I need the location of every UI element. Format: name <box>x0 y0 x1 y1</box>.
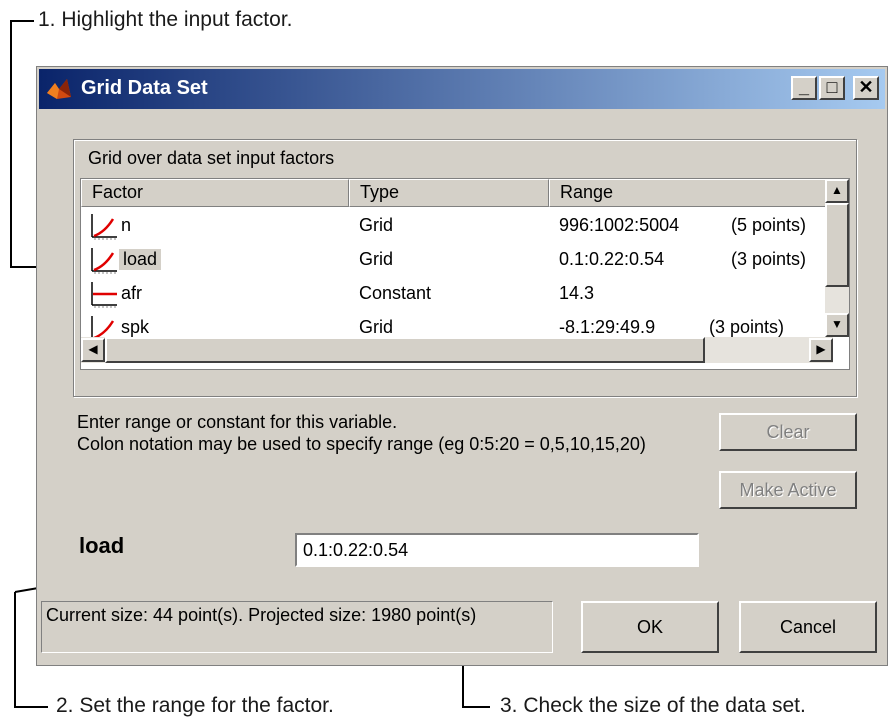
factor-name: n <box>121 215 132 235</box>
help-text: Enter range or constant for this variabl… <box>77 411 697 455</box>
scroll-left-button[interactable]: ◀ <box>81 338 105 362</box>
constant-line-icon <box>91 282 117 308</box>
factor-name: spk <box>121 317 150 337</box>
factor-type: Grid <box>359 215 394 235</box>
factor-type: Constant <box>359 283 432 303</box>
make-active-button[interactable]: Make Active <box>719 471 857 509</box>
input-factors-group: Grid over data set input factors Factor … <box>73 139 857 397</box>
list-item[interactable]: afr Constant 14.3 <box>81 277 833 311</box>
factor-range: 996:1002:5004 <box>559 215 680 235</box>
factor-type: Grid <box>359 249 394 269</box>
help-line-1: Enter range or constant for this variabl… <box>77 412 398 432</box>
column-type[interactable]: Type <box>349 179 549 207</box>
range-input[interactable] <box>295 533 699 567</box>
callout-step2: 2. Set the range for the factor. <box>56 694 334 717</box>
horizontal-scrollbar[interactable]: ◀ ▶ <box>81 337 833 363</box>
factor-type: Grid <box>359 317 394 337</box>
grid-data-set-dialog: Grid Data Set _ □ ✕ Grid over data set i… <box>36 66 888 666</box>
callout-step1: 1. Highlight the input factor. <box>38 8 293 31</box>
list-item-selected[interactable]: load Grid 0.1:0.22:0.54 (3 points) <box>81 243 833 277</box>
factor-range: 0.1:0.22:0.54 <box>559 249 665 269</box>
list-item[interactable]: n Grid 996:1002:5004 (5 points) <box>81 209 833 243</box>
help-line-2: Colon notation may be used to specify ra… <box>77 434 646 454</box>
status-bar: Current size: 44 point(s). Projected siz… <box>41 601 553 653</box>
factor-points: (3 points) <box>709 317 785 337</box>
grid-curve-icon <box>91 316 115 337</box>
horizontal-scroll-thumb[interactable] <box>105 337 705 363</box>
scroll-down-button[interactable]: ▼ <box>825 313 849 337</box>
window-title: Grid Data Set <box>81 77 208 99</box>
matlab-logo-icon <box>47 79 71 99</box>
title-bar[interactable]: Grid Data Set _ □ ✕ <box>39 69 885 109</box>
vertical-scroll-thumb[interactable] <box>825 203 849 287</box>
factor-name: load <box>119 249 162 270</box>
factor-range: 14.3 <box>559 283 595 303</box>
callout3-leader-bottom <box>462 706 490 708</box>
callout2-leader-vertical <box>14 592 16 708</box>
column-factor[interactable]: Factor <box>81 179 349 207</box>
factor-list[interactable]: Factor Type Range n Grid 996:1002:5004 (… <box>80 178 850 370</box>
maximize-button[interactable]: □ <box>819 76 845 100</box>
vertical-scrollbar[interactable]: ▲ ▼ <box>825 179 849 337</box>
cancel-button[interactable]: Cancel <box>739 601 877 653</box>
minimize-button[interactable]: _ <box>791 76 817 100</box>
list-header: Factor Type Range <box>81 179 833 207</box>
scroll-right-button[interactable]: ▶ <box>809 338 833 362</box>
clear-button[interactable]: Clear <box>719 413 857 451</box>
callout1-leader-top <box>10 20 34 22</box>
callout2-leader-bottom <box>14 706 48 708</box>
factor-range: -8.1:29:49.9 <box>559 317 656 337</box>
group-label: Grid over data set input factors <box>88 148 335 168</box>
scroll-up-button[interactable]: ▲ <box>825 179 849 203</box>
callout1-leader-vertical <box>10 20 12 268</box>
list-item[interactable]: spk Grid -8.1:29:49.9 (3 points) <box>81 311 833 337</box>
grid-curve-icon <box>91 248 117 274</box>
factor-name: afr <box>121 283 143 303</box>
factor-points: (5 points) <box>731 215 807 235</box>
callout-step3: 3. Check the size of the data set. <box>500 694 806 717</box>
factor-points: (3 points) <box>731 249 807 269</box>
grid-curve-icon <box>91 214 117 240</box>
close-button[interactable]: ✕ <box>853 76 879 100</box>
selected-factor-label: load <box>79 533 125 558</box>
column-range[interactable]: Range <box>549 179 833 207</box>
ok-button[interactable]: OK <box>581 601 719 653</box>
